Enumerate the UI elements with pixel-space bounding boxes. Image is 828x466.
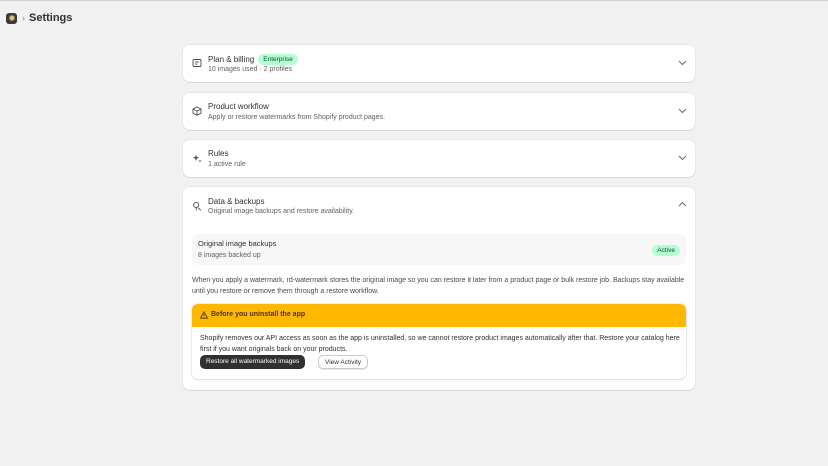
backups-description: When you apply a watermark, rd-watermark… xyxy=(192,277,685,295)
page-title: Settings xyxy=(29,12,73,24)
uninstall-warning-banner: Before you uninstall the app Shopify rem… xyxy=(192,304,686,379)
plan-billing-subtitle: 10 images used · 2 profiles xyxy=(208,66,293,73)
breadcrumb-separator: › xyxy=(22,13,25,23)
sparkle-icon xyxy=(192,154,202,163)
data-backups-header[interactable]: Data & backups Original image backups an… xyxy=(183,187,695,224)
plan-billing-title: Plan & billing xyxy=(208,55,255,64)
view-activity-button[interactable]: View Activity xyxy=(318,355,369,369)
chevron-up-icon[interactable] xyxy=(678,201,687,207)
database-search-icon xyxy=(193,201,202,211)
package-icon xyxy=(192,106,202,116)
backup-status-title: Original image backups xyxy=(198,239,277,248)
rules-subtitle: 1 active rule xyxy=(208,161,246,168)
chevron-down-icon[interactable] xyxy=(678,60,687,66)
plan-badge: Enterprise xyxy=(258,54,298,65)
data-backups-section: Data & backups Original image backups an… xyxy=(183,187,695,390)
product-workflow-subtitle: Apply or restore watermarks from Shopify… xyxy=(208,114,386,121)
receipt-icon xyxy=(192,59,202,67)
section-title: Plan & billing Enterprise xyxy=(208,54,298,65)
chevron-down-icon[interactable] xyxy=(678,108,687,114)
rules-title: Rules xyxy=(208,149,229,158)
product-workflow-title: Product workflow xyxy=(208,102,269,111)
data-backups-subtitle: Original image backups and restore avail… xyxy=(208,208,355,215)
product-workflow-section[interactable]: Product workflow Apply or restore waterm… xyxy=(183,93,695,130)
backup-status-box: Original image backups 8 images backed u… xyxy=(192,234,686,265)
page-header: › Settings xyxy=(6,10,72,26)
warning-triangle-icon xyxy=(200,311,208,319)
restore-all-button[interactable]: Restore all watermarked images xyxy=(200,355,306,369)
chevron-down-icon[interactable] xyxy=(678,155,687,161)
rules-section[interactable]: Rules 1 active rule xyxy=(183,140,695,177)
backup-status-count: 8 images backed up xyxy=(198,252,261,259)
plan-billing-section[interactable]: Plan & billing Enterprise 10 images used… xyxy=(183,45,695,82)
status-badge: Active xyxy=(652,245,680,256)
app-logo-icon[interactable] xyxy=(6,12,17,24)
warning-body: Shopify removes our API access as soon a… xyxy=(200,335,680,353)
data-backups-title: Data & backups xyxy=(208,197,265,206)
warning-title: Before you uninstall the app xyxy=(211,311,306,318)
